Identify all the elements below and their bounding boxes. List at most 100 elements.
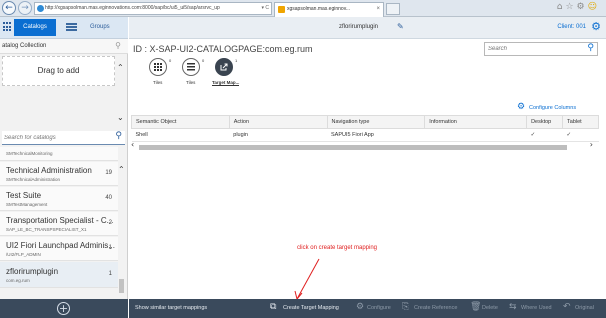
tab-favicon-icon bbox=[278, 6, 285, 13]
create-target-mapping-button[interactable]: Create Target Mapping bbox=[283, 305, 339, 311]
original-icon: ↶ bbox=[563, 302, 571, 312]
catalog-detail: zflorirumplugin ✎ Client: 001 ⚙ ID : X-S… bbox=[129, 17, 606, 318]
pin-icon[interactable]: ⚲ bbox=[115, 41, 121, 50]
catalog-name: Transportation Specialist - C... bbox=[6, 216, 114, 225]
configure-icon: ⚙ bbox=[356, 302, 365, 312]
scroll-left-icon[interactable]: ‹ bbox=[131, 140, 134, 149]
edit-pencil-icon[interactable]: ✎ bbox=[397, 22, 404, 31]
catalog-count: 1 bbox=[108, 245, 112, 251]
list-item[interactable]: Technical Administration SMTechnicalAdmi… bbox=[0, 162, 118, 186]
expand-chevron-down-icon[interactable]: ⌄ bbox=[117, 113, 124, 122]
tab-catalogs[interactable]: Catalogs bbox=[14, 19, 56, 36]
list-item[interactable]: Test Suite SMTestManagement 40 bbox=[0, 187, 118, 211]
table-header-row: Semantic Object Action Navigation type I… bbox=[131, 115, 599, 129]
tiles-list-icon bbox=[187, 63, 195, 71]
catalog-search-field[interactable]: ⚲ bbox=[2, 131, 125, 145]
search-field[interactable]: ⚲ bbox=[484, 42, 598, 56]
tab-count: 1 bbox=[235, 58, 238, 63]
tab-label: Tiles bbox=[153, 80, 163, 85]
client-label: Client: 001 bbox=[557, 24, 586, 30]
settings-gear-icon[interactable]: ⚙ bbox=[591, 20, 601, 33]
table-cell: SAPUI5 Fiori App bbox=[327, 128, 425, 142]
column-header[interactable]: Information bbox=[424, 115, 528, 129]
back-icon[interactable]: ← bbox=[2, 1, 16, 15]
browser-page-icon bbox=[37, 5, 44, 12]
catalog-count: 2 bbox=[108, 220, 112, 226]
catalog-name: zflorirumplugin bbox=[6, 267, 59, 276]
page-title: zflorirumplugin bbox=[339, 24, 379, 30]
drag-drop-zone[interactable]: Drag to add bbox=[2, 56, 115, 86]
list-scroll-up-icon[interactable]: ⌃ bbox=[118, 165, 125, 174]
column-header[interactable]: Semantic Object bbox=[131, 115, 230, 129]
catalog-identifier: ID : X-SAP-UI2-CATALOGPAGE:com.eg.rum bbox=[133, 44, 313, 54]
list-item[interactable]: Transportation Specialist - C... SAP_LE_… bbox=[0, 212, 118, 236]
catalog-count: 40 bbox=[105, 195, 112, 201]
app-grid-icon[interactable] bbox=[3, 22, 13, 32]
list-scrollbar[interactable] bbox=[119, 177, 124, 287]
column-header[interactable]: Tablet bbox=[562, 115, 599, 129]
add-catalog-icon[interactable]: + bbox=[57, 302, 70, 315]
catalog-search-input[interactable] bbox=[4, 132, 109, 143]
forward-icon[interactable]: → bbox=[18, 1, 32, 15]
settings-gear-icon[interactable]: ⚙ bbox=[577, 2, 588, 12]
search-input[interactable] bbox=[488, 44, 583, 54]
horizontal-scrollbar[interactable]: ‹ › bbox=[131, 140, 599, 151]
column-header[interactable]: Navigation type bbox=[326, 115, 426, 129]
checkmark-icon: ✓ bbox=[526, 128, 563, 142]
tab-close-icon[interactable]: × bbox=[376, 3, 380, 16]
checkmark-icon: ✓ bbox=[562, 128, 599, 142]
collapse-chevron-up-icon[interactable]: ⌃ bbox=[117, 63, 124, 72]
catalog-count: 1 bbox=[108, 271, 112, 277]
annotation-arrow-icon bbox=[294, 258, 320, 301]
annotation-callout: click on create target mapping bbox=[296, 245, 378, 251]
target-mappings-table: Semantic Object Action Navigation type I… bbox=[131, 115, 599, 142]
delete-button[interactable]: Delete bbox=[482, 305, 498, 311]
tab-tiles-list[interactable] bbox=[182, 58, 200, 76]
browser-toolbar: ← → http://xgsapsolman.mas.eginnovations… bbox=[0, 0, 606, 17]
address-bar[interactable]: http://xgsapsolman.mas.eginnovations.com… bbox=[34, 2, 272, 15]
configure-columns-link[interactable]: ⚙ Configure Columns bbox=[517, 102, 576, 112]
tab-label: Tiles bbox=[186, 80, 196, 85]
tab-groups[interactable]: Groups bbox=[90, 24, 110, 30]
settings-gear-icon: ⚙ bbox=[517, 102, 526, 112]
address-text: http://xgsapsolman.mas.eginnovations.com… bbox=[45, 5, 220, 11]
show-similar-button[interactable]: Show similar target mappings bbox=[135, 305, 207, 311]
where-used-button[interactable]: Where Used bbox=[521, 305, 552, 311]
address-refresh-icon[interactable]: ▾ C bbox=[261, 3, 269, 14]
new-tab-button[interactable] bbox=[386, 3, 400, 15]
catalog-id: SMTechnicalAdministration bbox=[6, 177, 61, 182]
create-reference-icon: ⎘ bbox=[402, 302, 410, 312]
list-item[interactable]: zflorirumplugin com.eg.rum 1 bbox=[0, 262, 118, 288]
catalog-id: SMTestManagement bbox=[6, 202, 48, 207]
column-header[interactable]: Action bbox=[228, 115, 328, 129]
search-icon[interactable]: ⚲ bbox=[587, 43, 594, 53]
list-item[interactable]: UI2 Fiori Launchpad Adminis... /UI2/FLP_… bbox=[0, 237, 118, 261]
list-item[interactable]: SMTechnicalMonitoring bbox=[0, 147, 118, 161]
search-icon[interactable]: ⚲ bbox=[115, 131, 122, 141]
catalog-sidebar: Catalogs Groups atalog Collection ⚲ Drag… bbox=[0, 17, 128, 318]
feedback-smiley-icon[interactable]: ☺ bbox=[588, 2, 600, 12]
scroll-right-icon[interactable]: › bbox=[590, 140, 593, 149]
browser-tab[interactable]: xgsapsolman.mas.eginnov... × bbox=[274, 2, 384, 17]
configure-button[interactable]: Configure bbox=[367, 305, 391, 311]
original-button[interactable]: Original bbox=[575, 305, 594, 311]
tab-count: 0 bbox=[169, 58, 172, 63]
browser-window-icons: ⌂☆⚙☺ bbox=[557, 2, 600, 12]
tab-tiles-grid[interactable] bbox=[149, 58, 167, 76]
table-row[interactable]: Shell plugin SAPUI5 Fiori App ✓ ✓ bbox=[131, 128, 599, 142]
column-header[interactable]: Desktop bbox=[526, 115, 564, 129]
page-header: zflorirumplugin ✎ Client: 001 ⚙ bbox=[129, 17, 606, 39]
list-scrollbar-thumb[interactable] bbox=[119, 279, 124, 293]
where-used-icon: ⇆ bbox=[509, 302, 517, 312]
create-target-mapping-icon: ⧉ bbox=[270, 302, 277, 312]
catalog-id: /UI2/FLP_ADMIN bbox=[6, 252, 41, 257]
horizontal-scrollbar-thumb[interactable] bbox=[139, 145, 567, 150]
table-cell: plugin bbox=[229, 128, 328, 142]
menu-icon[interactable] bbox=[66, 23, 77, 31]
tab-target-mappings[interactable] bbox=[215, 58, 233, 76]
catalog-name: Technical Administration bbox=[6, 166, 92, 175]
create-reference-button[interactable]: Create Reference bbox=[414, 305, 457, 311]
sidebar-footer: + bbox=[0, 299, 128, 318]
delete-icon: 🗑 bbox=[470, 302, 482, 312]
favorites-star-icon[interactable]: ☆ bbox=[565, 2, 576, 12]
